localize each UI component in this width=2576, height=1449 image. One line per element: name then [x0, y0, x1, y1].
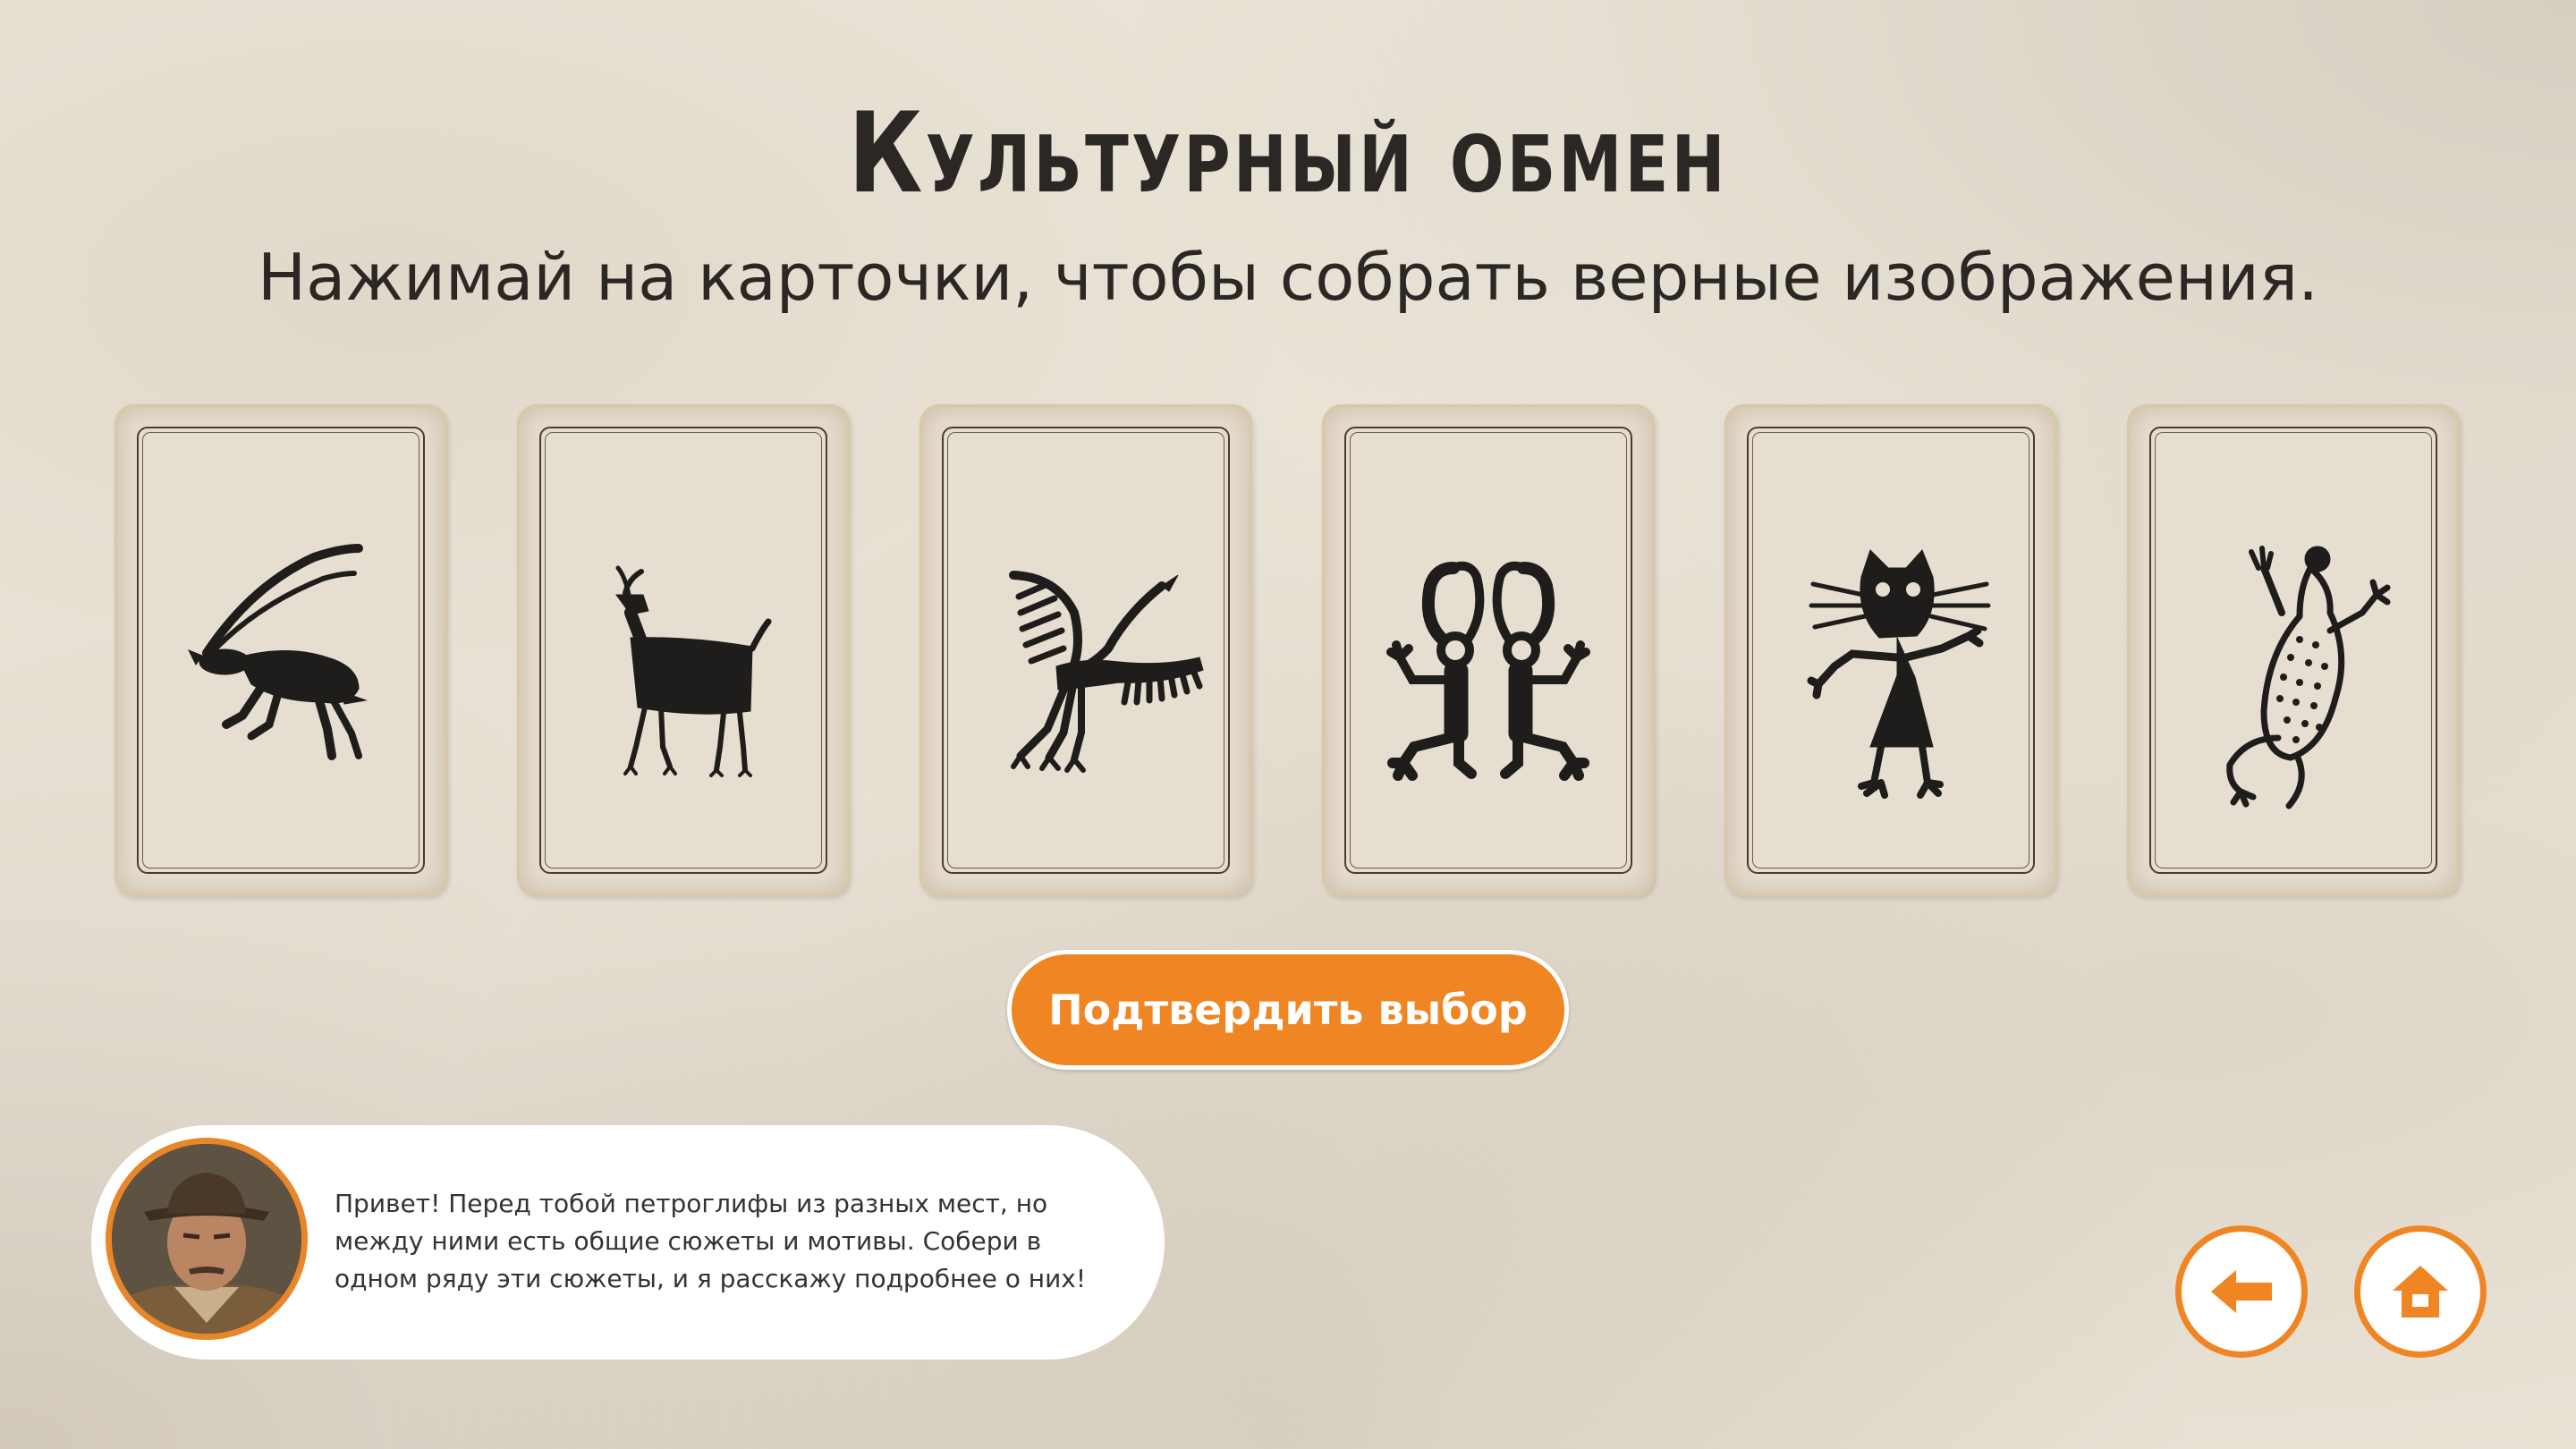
- lizard-petroglyph-icon: [2226, 546, 2391, 809]
- guide-avatar: [106, 1138, 308, 1340]
- card-3[interactable]: [919, 404, 1252, 896]
- card-4[interactable]: [1322, 404, 1655, 896]
- card-2[interactable]: [517, 404, 850, 896]
- confirm-button[interactable]: Подтвердить выбор: [1007, 950, 1569, 1070]
- twin-figures-petroglyph-icon: [1386, 561, 1590, 781]
- ibex-petroglyph-icon: [187, 544, 368, 760]
- card-6[interactable]: [2127, 404, 2460, 896]
- guide-message: Привет! Перед тобой петроглифы из разных…: [335, 1189, 1087, 1293]
- goat-petroglyph-icon: [615, 565, 772, 777]
- home-icon: [2393, 1266, 2448, 1318]
- card-1[interactable]: [114, 404, 447, 896]
- arrow-left-icon: [2211, 1270, 2272, 1313]
- cat-figure-petroglyph-icon: [1807, 549, 1991, 799]
- instruction-text: Нажимай на карточки, чтобы собрать верны…: [258, 240, 2318, 315]
- back-button[interactable]: [2175, 1225, 2308, 1358]
- page-title: Культурный обмен: [848, 89, 1728, 218]
- bird-petroglyph-icon: [1009, 571, 1204, 773]
- home-button[interactable]: [2354, 1225, 2487, 1358]
- card-5[interactable]: [1724, 404, 2057, 896]
